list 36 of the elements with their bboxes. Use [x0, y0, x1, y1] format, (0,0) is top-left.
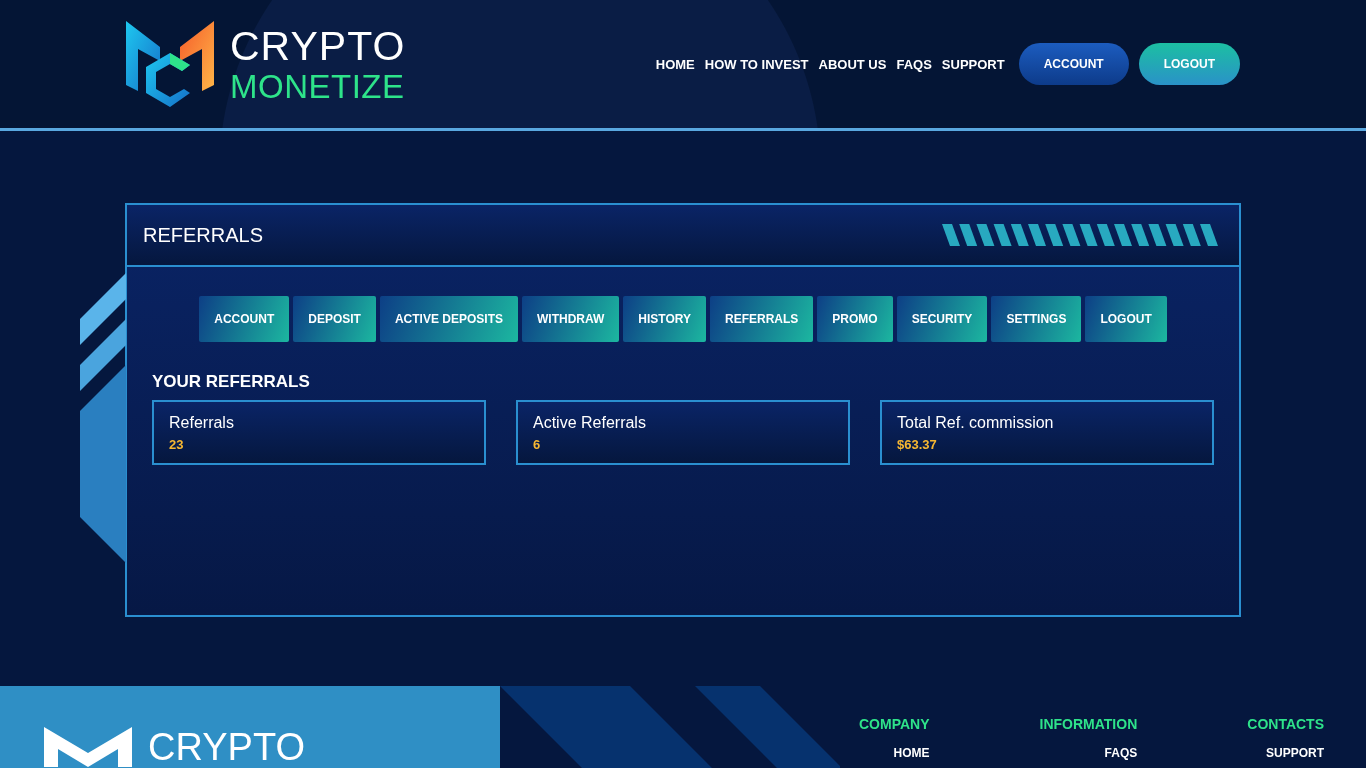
logo-icon: [126, 21, 214, 107]
menu-tab[interactable]: PROMO: [817, 296, 893, 342]
stat-value: 23: [169, 437, 185, 452]
stripes-icon: [942, 224, 1220, 246]
menu-tab[interactable]: REFERRALS: [710, 296, 814, 342]
stat-label: Total Ref. commission: [897, 414, 1055, 432]
menu-tab[interactable]: ACTIVE DEPOSITS: [379, 296, 518, 342]
nav-link[interactable]: HOME: [655, 56, 695, 72]
panel-title: REFERRALS: [143, 223, 264, 247]
nav-link[interactable]: ABOUT US: [818, 56, 887, 72]
menu-tab[interactable]: ACCOUNT: [199, 296, 290, 342]
logo-text: CRYPTO: [230, 25, 406, 67]
footer-link[interactable]: FAQS: [1104, 746, 1138, 760]
footer-link[interactable]: SUPPORT: [1266, 746, 1324, 760]
stat-label: Referrals: [169, 414, 235, 432]
logo-subtext: MONETIZE: [230, 69, 406, 103]
menu-tab[interactable]: SECURITY: [896, 296, 988, 342]
stat-value: 6: [533, 437, 542, 452]
section-title: YOUR REFERRALS: [152, 372, 311, 392]
nav-link[interactable]: FAQS: [896, 56, 932, 72]
stat-label: Active Referrals: [533, 414, 647, 432]
footer-logo-text: CRYPTO: [148, 725, 305, 768]
logo-icon: [44, 727, 132, 767]
menu-tab[interactable]: HISTORY: [623, 296, 706, 342]
stat-value: $63.37: [897, 437, 938, 452]
menu-tab[interactable]: SETTINGS: [991, 296, 1082, 342]
nav-link[interactable]: SUPPORT: [941, 56, 1005, 72]
footer-heading: INFORMATION: [1039, 716, 1138, 732]
menu-tab[interactable]: LOGOUT: [1085, 296, 1167, 342]
footer-heading: COMPANY: [859, 716, 930, 732]
menu-tab[interactable]: WITHDRAW: [522, 296, 620, 342]
footer-heading: CONTACTS: [1247, 716, 1324, 732]
account-button[interactable]: ACCOUNT: [1018, 43, 1129, 85]
footer-link[interactable]: HOME: [893, 746, 930, 760]
nav-link[interactable]: HOW TO INVEST: [704, 56, 809, 72]
menu-tab[interactable]: DEPOSIT: [293, 296, 376, 342]
